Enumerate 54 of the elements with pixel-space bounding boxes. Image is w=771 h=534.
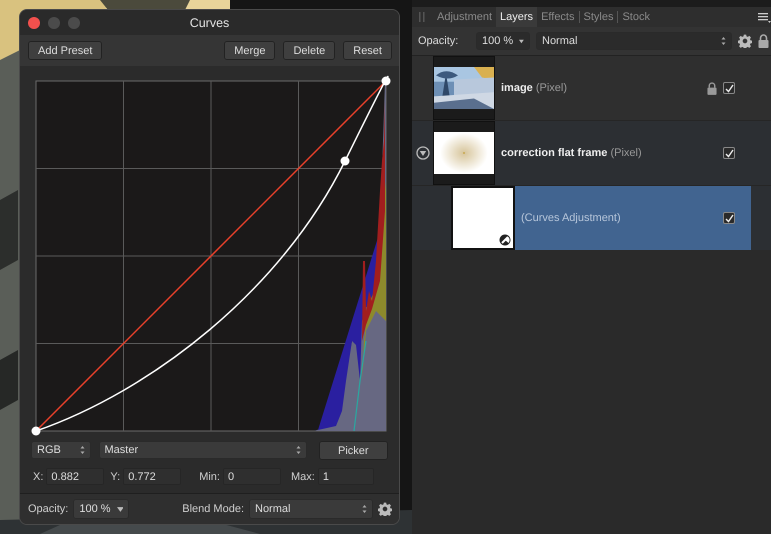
panel-tab[interactable]: Stock: [617, 11, 654, 23]
opacity-label: Opacity:: [28, 503, 68, 515]
settings-icon[interactable]: [738, 34, 752, 48]
panel-tab[interactable]: Adjustment: [433, 7, 496, 27]
toolbar-button[interactable]: Reset: [343, 41, 392, 60]
field-label: Min:: [199, 470, 220, 482]
toolbar-button[interactable]: Merge: [224, 41, 276, 60]
layer-row[interactable]: (Curves Adjustment): [412, 186, 771, 250]
layer-name: (Curves Adjustment): [521, 212, 621, 224]
settings-icon[interactable]: [378, 502, 392, 516]
field-label: Max:: [290, 470, 315, 482]
opacity-label: Opacity:: [418, 35, 460, 47]
expand-toggle-icon[interactable]: [416, 146, 430, 160]
stepper-icon: [362, 504, 367, 514]
layer-row[interactable]: image (Pixel): [412, 56, 771, 121]
toolbar-button[interactable]: Delete: [283, 41, 336, 60]
curve-point[interactable]: [382, 76, 390, 86]
panel-tab[interactable]: Styles: [578, 11, 618, 23]
opacity-dropdown[interactable]: 100 %: [73, 499, 130, 519]
stepper-icon: [296, 445, 301, 455]
layer-name: correction flat frame (Pixel): [501, 147, 642, 159]
panel-tab[interactable]: Effects: [537, 7, 578, 27]
field-label: Y:: [110, 470, 120, 482]
blend-mode-dropdown[interactable]: Normal: [249, 499, 373, 519]
visibility-checkbox[interactable]: [723, 212, 735, 224]
close-icon[interactable]: [28, 17, 40, 29]
color-model-dropdown[interactable]: RGB: [31, 441, 91, 459]
adjustment-icon: [499, 234, 511, 246]
picker-button[interactable]: Picker: [318, 441, 388, 460]
menu-icon[interactable]: [758, 12, 771, 22]
curve-point[interactable]: [32, 426, 40, 436]
input-field[interactable]: 0.772: [123, 468, 182, 485]
channel-dropdown[interactable]: Master: [98, 441, 307, 459]
lock-icon[interactable]: [758, 34, 769, 48]
blend-mode-label: Blend Mode:: [182, 503, 244, 515]
visibility-checkbox[interactable]: [723, 82, 735, 94]
grip-icon[interactable]: [419, 12, 425, 22]
layer-row[interactable]: correction flat frame (Pixel): [412, 121, 771, 186]
visibility-checkbox[interactable]: [723, 147, 735, 159]
input-field[interactable]: 1: [318, 468, 374, 485]
layer-name: image (Pixel): [501, 82, 568, 94]
field-label: X:: [33, 470, 44, 482]
caret-icon: [519, 38, 524, 44]
stepper-icon: [80, 445, 85, 455]
lock-icon[interactable]: [707, 82, 717, 94]
add-preset-button[interactable]: Add Preset: [28, 41, 102, 60]
curve-point[interactable]: [340, 156, 350, 166]
panel-tab[interactable]: Layers: [496, 7, 538, 27]
input-field[interactable]: 0: [222, 468, 281, 485]
stepper-icon: [721, 36, 726, 46]
input-field[interactable]: 0.882: [46, 468, 104, 485]
blend-mode-dropdown[interactable]: Normal: [536, 32, 732, 50]
opacity-dropdown[interactable]: 100 %: [476, 32, 530, 50]
window-title: Curves: [190, 16, 230, 30]
